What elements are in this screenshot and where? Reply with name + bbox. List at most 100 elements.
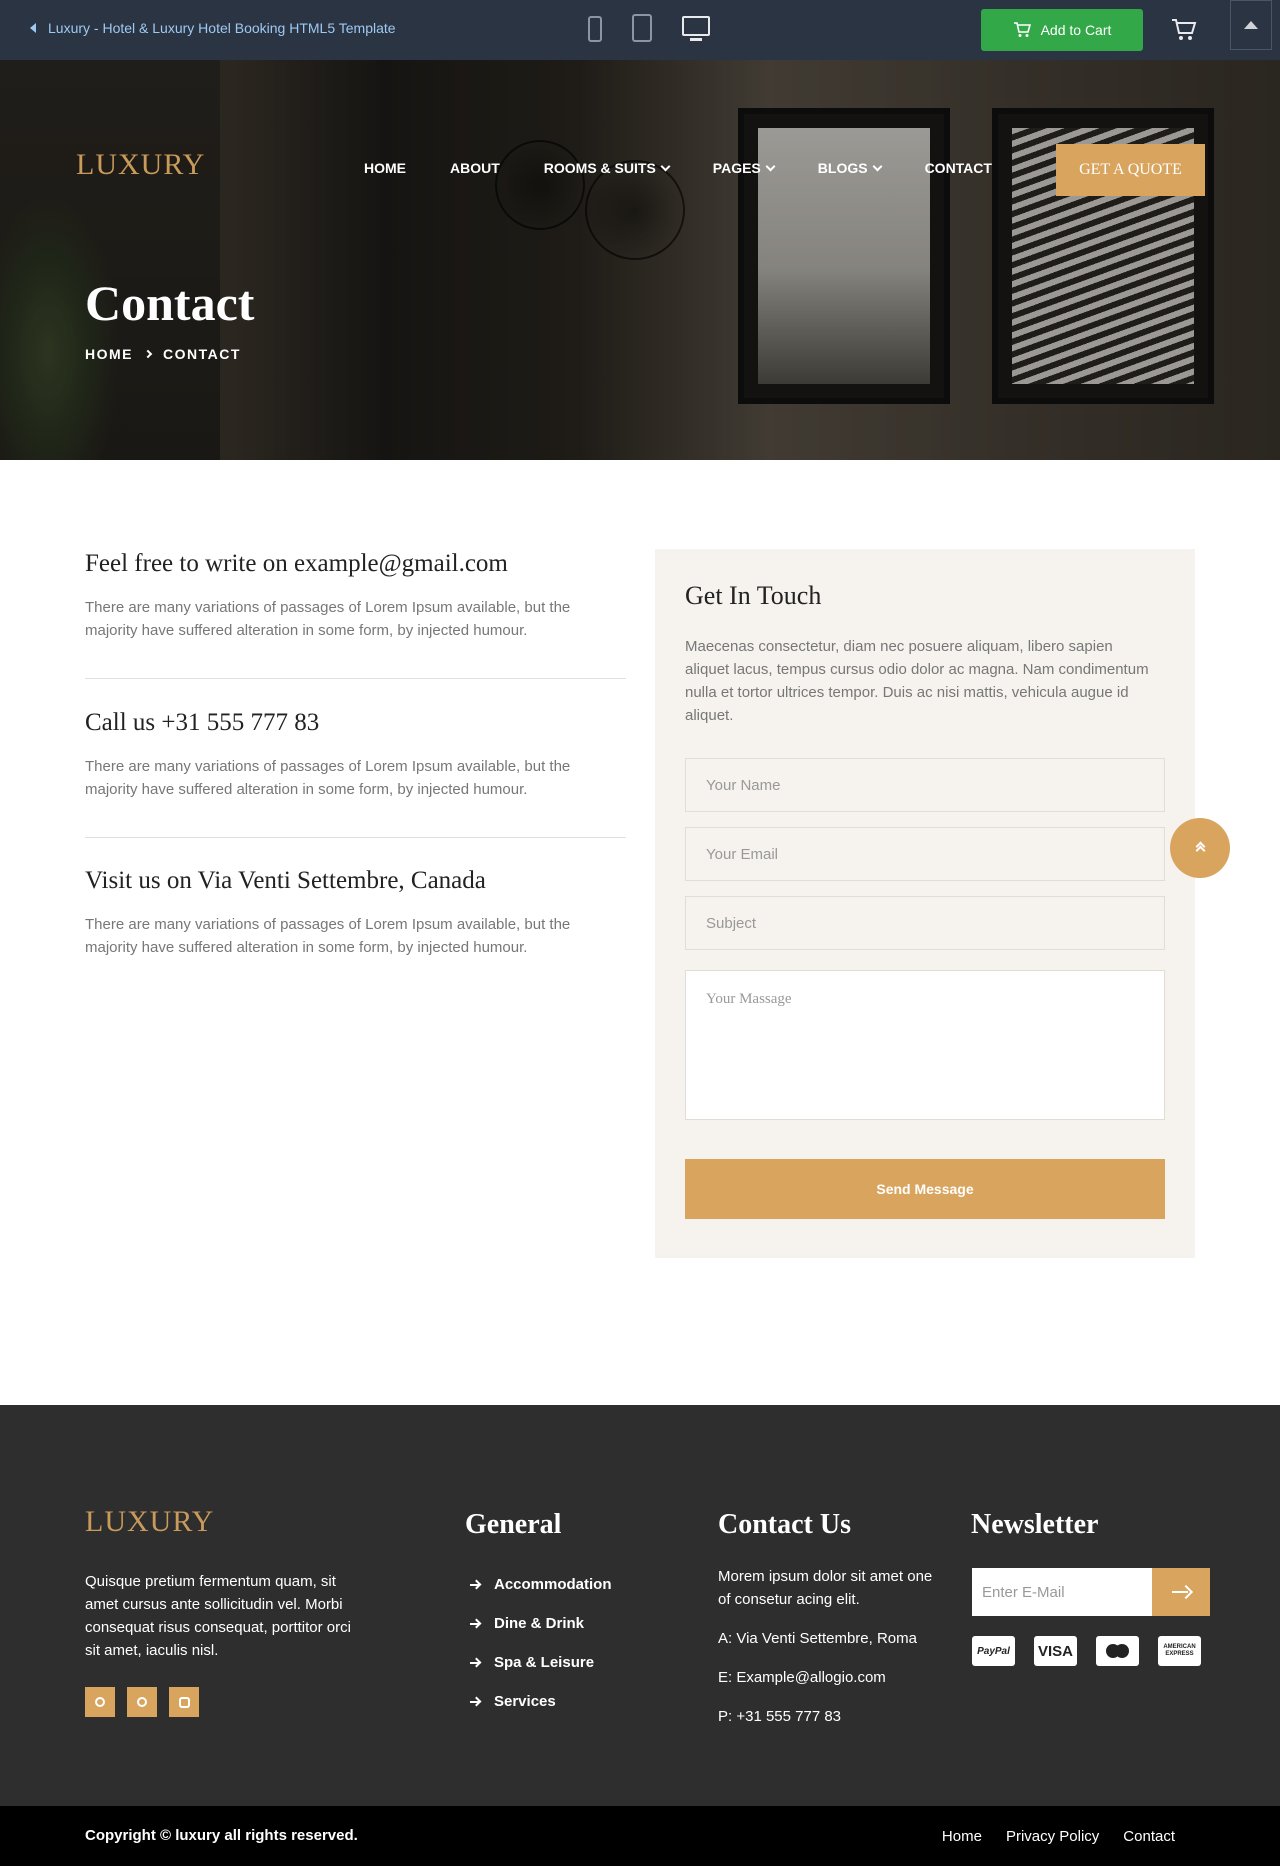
footer-general-heading: General bbox=[465, 1509, 562, 1540]
email-input[interactable]: Your Email bbox=[685, 827, 1165, 881]
instagram-icon[interactable] bbox=[169, 1687, 199, 1717]
mobile-view-icon[interactable] bbox=[588, 16, 602, 42]
device-switcher bbox=[588, 14, 710, 42]
bottom-link-home[interactable]: Home bbox=[942, 1828, 982, 1845]
divider bbox=[85, 837, 626, 838]
pinterest-icon[interactable] bbox=[127, 1687, 157, 1717]
caret-left-icon bbox=[30, 23, 36, 33]
newsletter-email-input[interactable]: Enter E-Mail bbox=[972, 1568, 1152, 1616]
info-heading: Feel free to write on example@gmail.com bbox=[85, 550, 508, 577]
preview-back-link[interactable]: Luxury - Hotel & Luxury Hotel Booking HT… bbox=[30, 20, 396, 36]
footer-link-accommodation[interactable]: Accommodation bbox=[470, 1565, 612, 1604]
link-label: Dine & Drink bbox=[494, 1615, 585, 1632]
footer-contact-heading: Contact Us bbox=[718, 1509, 851, 1540]
contact-info-address: Visit us on Via Venti Settembre, Canada … bbox=[85, 867, 626, 959]
link-label: Services bbox=[494, 1693, 556, 1710]
link-label: Spa & Leisure bbox=[494, 1654, 595, 1671]
nav-contact[interactable]: CONTACT bbox=[925, 160, 992, 176]
footer-contact-details: Morem ipsum dolor sit amet one of conset… bbox=[718, 1565, 948, 1728]
nav-label: CONTACT bbox=[924, 160, 992, 176]
nav-label: HOME bbox=[364, 160, 406, 176]
scroll-to-top-button[interactable] bbox=[1170, 818, 1230, 878]
arrow-right-icon bbox=[470, 1619, 480, 1629]
chevron-right-icon bbox=[143, 349, 153, 359]
hero: LUXURY HOME ABOUT ROOMS & SUITS PAGES BL… bbox=[0, 60, 1280, 460]
nav-pages[interactable]: PAGES bbox=[712, 160, 776, 176]
collapse-bar-button[interactable] bbox=[1230, 0, 1272, 50]
footer-link-spa-leisure[interactable]: Spa & Leisure bbox=[470, 1643, 612, 1682]
nav-label: BLOGS bbox=[817, 160, 868, 176]
footer-newsletter-heading: Newsletter bbox=[971, 1509, 1099, 1540]
contact-info-email: Feel free to write on example@gmail.com … bbox=[85, 550, 626, 679]
cart-icon bbox=[1013, 22, 1031, 37]
contact-info-phone: Call us +31 555 777 83 There are many va… bbox=[85, 709, 626, 838]
footer: LUXURY Quisque pretium fermentum quam, s… bbox=[0, 1405, 1280, 1806]
footer-link-services[interactable]: Services bbox=[470, 1682, 612, 1721]
preview-bar: Luxury - Hotel & Luxury Hotel Booking HT… bbox=[0, 0, 1280, 60]
get-a-quote-button[interactable]: GET A QUOTE bbox=[1056, 144, 1205, 196]
payment-methods: PayPal VISA AMERICAN EXPRESS bbox=[972, 1636, 1201, 1666]
contact-email[interactable]: E: Example@allogio.com bbox=[718, 1666, 948, 1689]
name-input[interactable]: Your Name bbox=[685, 758, 1165, 812]
footer-logo[interactable]: LUXURY bbox=[85, 1505, 214, 1539]
copyright: Copyright © luxury all rights reserved. bbox=[85, 1827, 358, 1844]
info-heading: Call us +31 555 777 83 bbox=[85, 709, 320, 736]
contact-form: Get In Touch Maecenas consectetur, diam … bbox=[655, 549, 1195, 1258]
preview-title: Luxury - Hotel & Luxury Hotel Booking HT… bbox=[48, 20, 396, 36]
divider bbox=[85, 678, 626, 679]
breadcrumb: HOME CONTACT bbox=[85, 346, 241, 362]
info-text: There are many variations of passages of… bbox=[85, 916, 571, 956]
breadcrumb-current: CONTACT bbox=[163, 346, 241, 362]
contact-phone[interactable]: P: +31 555 777 83 bbox=[718, 1705, 948, 1728]
site-logo[interactable]: LUXURY bbox=[76, 148, 205, 182]
subject-input[interactable]: Subject bbox=[685, 896, 1165, 950]
footer-about: Quisque pretium fermentum quam, sit amet… bbox=[85, 1573, 351, 1659]
newsletter-submit-button[interactable] bbox=[1152, 1568, 1210, 1616]
visa-icon: VISA bbox=[1034, 1636, 1077, 1666]
footer-general-links: Accommodation Dine & Drink Spa & Leisure… bbox=[470, 1565, 612, 1721]
tablet-view-icon[interactable] bbox=[632, 14, 652, 42]
add-to-cart-button[interactable]: Add to Cart bbox=[981, 9, 1143, 51]
nav-home[interactable]: HOME bbox=[364, 160, 406, 176]
mastercard-icon bbox=[1096, 1636, 1139, 1666]
info-text: There are many variations of passages of… bbox=[85, 599, 571, 639]
american-express-icon: AMERICAN EXPRESS bbox=[1158, 1636, 1201, 1666]
contact-address: A: Via Venti Settembre, Roma bbox=[718, 1630, 917, 1647]
contact-intro: Morem ipsum dolor sit amet one of conset… bbox=[718, 1568, 933, 1608]
chevron-down-icon bbox=[872, 161, 883, 171]
breadcrumb-home[interactable]: HOME bbox=[85, 346, 133, 362]
link-label: Accommodation bbox=[494, 1576, 612, 1593]
social-links bbox=[85, 1687, 199, 1717]
footer-link-dine-drink[interactable]: Dine & Drink bbox=[470, 1604, 612, 1643]
arrow-right-icon bbox=[470, 1697, 480, 1707]
nav-blogs[interactable]: BLOGS bbox=[817, 160, 883, 176]
paypal-icon: PayPal bbox=[972, 1636, 1015, 1666]
chevron-down-icon bbox=[765, 161, 776, 171]
desktop-view-icon[interactable] bbox=[682, 16, 710, 42]
info-text: There are many variations of passages of… bbox=[85, 758, 571, 798]
info-heading: Visit us on Via Venti Settembre, Canada bbox=[85, 867, 486, 894]
add-to-cart-label: Add to Cart bbox=[1040, 22, 1112, 38]
arrow-right-icon bbox=[470, 1580, 480, 1590]
triangle-up-icon bbox=[1244, 21, 1258, 29]
facebook-icon[interactable] bbox=[85, 1687, 115, 1717]
send-message-button[interactable]: Send Message bbox=[685, 1159, 1165, 1219]
nav-rooms-suits[interactable]: ROOMS & SUITS bbox=[543, 160, 671, 176]
nav-label: ABOUT bbox=[450, 160, 500, 176]
bottom-link-privacy[interactable]: Privacy Policy bbox=[1006, 1828, 1099, 1845]
arrow-right-icon bbox=[1172, 1586, 1190, 1598]
nav-label: ROOMS & SUITS bbox=[543, 160, 656, 176]
bottom-link-contact[interactable]: Contact bbox=[1123, 1828, 1175, 1845]
message-textarea[interactable]: Your Massage bbox=[685, 970, 1165, 1120]
bottom-links: Home Privacy Policy Contact bbox=[942, 1828, 1175, 1845]
nav-about[interactable]: ABOUT bbox=[450, 160, 500, 176]
nav-label: PAGES bbox=[712, 160, 761, 176]
shopping-cart-icon[interactable] bbox=[1170, 16, 1198, 44]
chevron-down-icon bbox=[660, 161, 671, 171]
page-title: Contact bbox=[85, 275, 255, 331]
arrow-right-icon bbox=[470, 1658, 480, 1668]
form-description: Maecenas consectetur, diam nec posuere a… bbox=[685, 638, 1149, 724]
contact-section: Feel free to write on example@gmail.com … bbox=[0, 460, 1280, 1405]
main-nav: HOME ABOUT ROOMS & SUITS PAGES BLOGS CON… bbox=[364, 160, 1036, 176]
bottom-bar: Copyright © luxury all rights reserved. … bbox=[0, 1806, 1280, 1866]
